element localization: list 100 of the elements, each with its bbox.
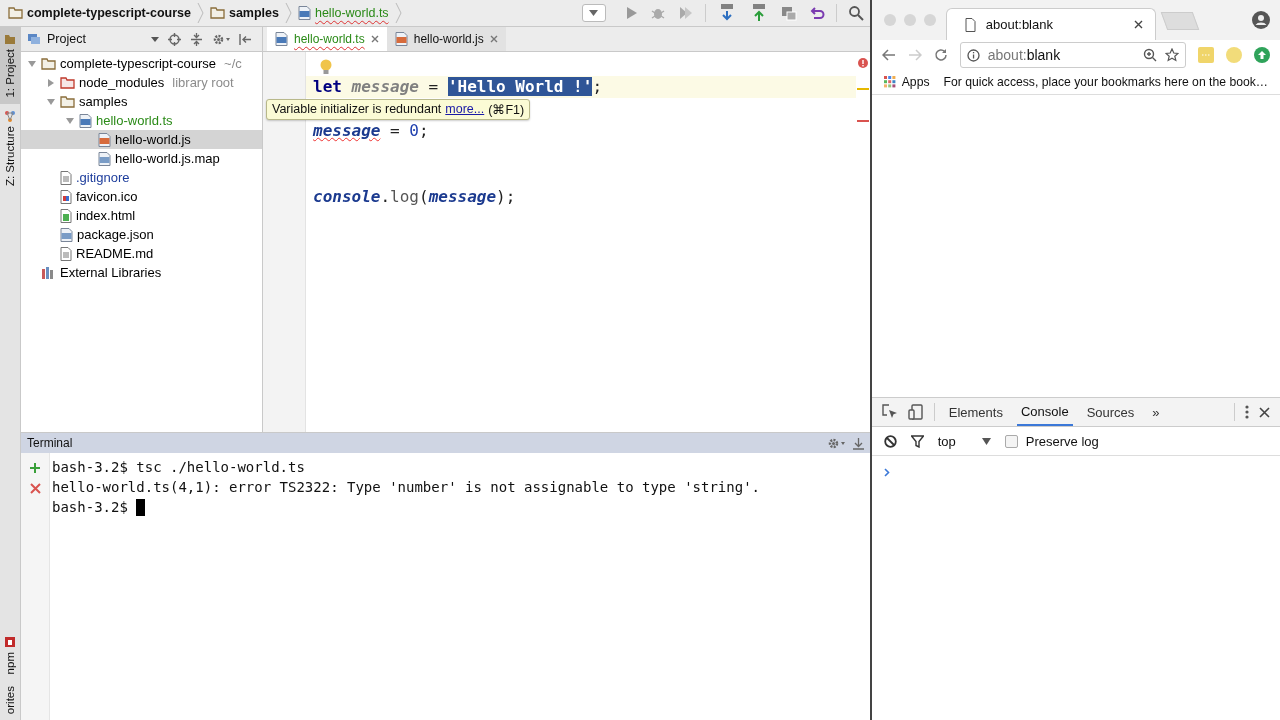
collapsed-arrow-icon[interactable]	[46, 77, 56, 88]
locate-icon[interactable]	[168, 32, 181, 46]
lightbulb-icon[interactable]	[319, 58, 333, 76]
caret-icon	[981, 437, 991, 445]
profile-icon[interactable]	[1252, 11, 1270, 29]
inspect-icon[interactable]	[881, 404, 898, 420]
hide-panel-icon[interactable]	[239, 32, 252, 46]
breadcrumb[interactable]: samples	[209, 6, 279, 20]
terminal-line: hello-world.ts(4,1): error TS2322: Type 'number' is not assignable to type 'string'.	[52, 478, 760, 497]
clear-icon[interactable]	[883, 434, 897, 448]
tool-window-tab[interactable]: Z: Structure	[0, 103, 20, 192]
tree-item[interactable]: External Libraries	[21, 263, 262, 282]
collapse-all-icon[interactable]	[190, 32, 203, 46]
caret-icon	[589, 10, 599, 16]
more-tabs-button[interactable]: »	[1148, 398, 1164, 426]
info-icon	[966, 48, 980, 62]
tree-item[interactable]: samples	[21, 92, 262, 111]
zoom-icon[interactable]	[1143, 48, 1157, 62]
apps-shortcut[interactable]: Apps	[883, 75, 930, 89]
js-file-icon	[98, 132, 111, 147]
folder-icon	[209, 7, 225, 19]
tree-item[interactable]: hello-world.js.map	[21, 149, 262, 168]
tooltip-text: Variable initializer is redundant	[272, 102, 442, 117]
image-file-icon	[60, 189, 72, 204]
editor-tab[interactable]: hello-world.ts	[267, 27, 387, 51]
close-icon[interactable]	[1133, 20, 1143, 29]
expanded-arrow-icon[interactable]	[65, 115, 75, 126]
warning-marker[interactable]	[856, 88, 869, 90]
expanded-arrow-icon[interactable]	[46, 96, 56, 107]
terminal-line: bash-3.2$	[52, 498, 129, 517]
browser-tab[interactable]: about:blank	[945, 8, 1156, 40]
folder-icon	[41, 57, 56, 70]
tree-item[interactable]: package.json	[21, 225, 262, 244]
back-icon[interactable]	[881, 49, 896, 61]
tree-item[interactable]: README.md	[21, 244, 262, 263]
more-link[interactable]: more...	[445, 102, 485, 117]
close-icon[interactable]	[1259, 406, 1270, 418]
tree-item[interactable]: hello-world.js	[21, 130, 262, 149]
run-config-dropdown[interactable]	[581, 4, 606, 22]
caret-icon	[151, 36, 159, 42]
tree-item[interactable]: favicon.ico	[21, 187, 262, 206]
chevron-icon	[196, 2, 204, 24]
history-icon[interactable]	[780, 5, 797, 21]
tree-item[interactable]: node_modules library root	[21, 73, 262, 92]
code-line: message = 0;	[313, 121, 429, 140]
star-icon[interactable]	[1165, 48, 1179, 62]
tree-item-hint: library root	[172, 75, 234, 90]
js-file-icon	[394, 32, 408, 46]
add-icon[interactable]	[29, 462, 41, 474]
folder-icon	[60, 76, 75, 89]
terminal-line: bash-3.2$ tsc ./hello-world.ts	[52, 458, 305, 477]
npm-icon	[4, 635, 16, 648]
settings-icon[interactable]	[826, 436, 845, 450]
tree-item[interactable]: .gitignore	[21, 168, 262, 187]
error-marker[interactable]	[856, 120, 869, 122]
device-icon[interactable]	[907, 404, 924, 420]
folder-icon	[8, 7, 23, 19]
ts-file-icon	[79, 113, 92, 128]
tree-item[interactable]: index.html	[21, 206, 262, 225]
editor-tab[interactable]: hello-world.js	[386, 27, 506, 51]
tree-item[interactable]: hello-world.ts	[21, 111, 262, 130]
expanded-arrow-icon[interactable]	[27, 58, 37, 69]
address-bar[interactable]: about:blank	[959, 42, 1186, 68]
library-icon	[41, 266, 56, 279]
json-file-icon	[60, 227, 73, 242]
tree-item[interactable]: complete-typescript-course ~/c	[21, 54, 262, 73]
context-dropdown[interactable]: top	[937, 433, 991, 449]
error-icon[interactable]	[857, 58, 868, 68]
devtools-tab[interactable]: Sources	[1082, 398, 1139, 426]
breadcrumb[interactable]: hello-world.ts	[297, 6, 389, 20]
chevron-icon	[284, 2, 292, 24]
chevron-icon	[394, 2, 402, 24]
preserve-log-checkbox[interactable]: Preserve log	[1004, 433, 1099, 449]
more-options-icon[interactable]	[1245, 405, 1249, 419]
structure-icon	[4, 109, 16, 122]
breadcrumb[interactable]: complete-typescript-course	[8, 6, 191, 20]
filter-icon[interactable]	[910, 434, 924, 448]
tree-item-hint: ~/c	[224, 56, 242, 71]
json-file-icon	[98, 151, 111, 166]
settings-icon[interactable]	[212, 32, 230, 46]
revert-icon[interactable]	[808, 5, 825, 21]
text-file-icon	[60, 246, 72, 261]
terminal-title: Terminal	[27, 436, 73, 450]
tool-window-tab[interactable]: 1: Project	[0, 27, 20, 104]
tool-window-tab[interactable]: orites	[0, 679, 20, 720]
folder-icon	[60, 95, 75, 108]
code-line: let message = 'Hello World !';	[313, 77, 602, 96]
prompt-icon[interactable]	[883, 468, 890, 477]
devtools-tab[interactable]: Console	[1016, 398, 1073, 426]
html-file-icon	[60, 208, 72, 223]
devtools-tab[interactable]: Elements	[944, 398, 1007, 426]
bookmarks-hint: For quick access, place your bookmarks here on the book…	[943, 75, 1268, 89]
close-icon[interactable]	[370, 35, 379, 43]
search-icon[interactable]	[847, 5, 864, 21]
upload-icon[interactable]	[1254, 47, 1270, 63]
ts-file-icon	[297, 6, 311, 20]
code-line: console.log(message);	[313, 187, 516, 206]
reload-icon[interactable]	[933, 48, 948, 62]
tool-window-tab[interactable]: npm	[0, 629, 20, 680]
hide-panel-icon[interactable]	[852, 436, 864, 450]
